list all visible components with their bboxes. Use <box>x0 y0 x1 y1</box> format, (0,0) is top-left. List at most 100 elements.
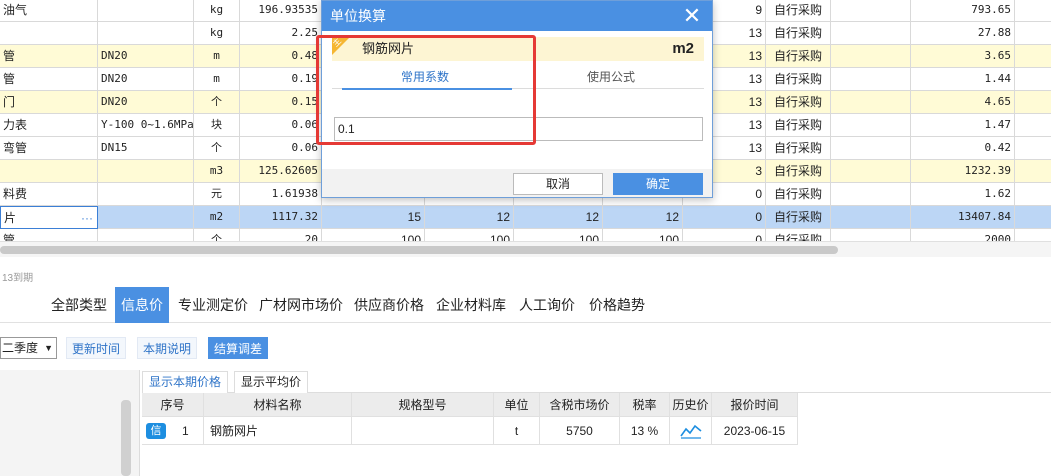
grid-cell[interactable]: 2.25 <box>240 22 322 45</box>
table-cell-index[interactable]: 信 1 <box>142 417 204 445</box>
subtab-current-price[interactable]: 显示本期价格 <box>142 371 229 393</box>
tab-use-formula[interactable]: 使用公式 <box>518 67 704 89</box>
grid-cell[interactable] <box>98 0 194 22</box>
grid-cell[interactable]: 1.44 <box>911 68 1015 91</box>
grid-cell[interactable]: m3 <box>194 160 240 183</box>
grid-cell[interactable]: 2000 <box>911 229 1015 241</box>
grid-cell[interactable]: 自行采购 <box>766 206 831 229</box>
grid-cell[interactable] <box>0 22 98 45</box>
grid-cell[interactable] <box>831 160 911 183</box>
grid-row[interactable]: 片 ··· m2 1117.32 15 12 12 12 0 自行采购 13407.84 <box>0 206 1051 229</box>
grid-cell[interactable]: 0.42 <box>911 137 1015 160</box>
grid-cell[interactable] <box>1015 68 1051 91</box>
grid-cell[interactable]: 100 <box>603 229 683 241</box>
grid-cell[interactable] <box>831 229 911 241</box>
grid-cell[interactable] <box>831 91 911 114</box>
grid-cell[interactable] <box>831 0 911 22</box>
grid-cell[interactable]: m <box>194 45 240 68</box>
grid-cell[interactable]: 196.93535 <box>240 0 322 22</box>
cancel-button[interactable]: 取消 <box>513 173 603 195</box>
grid-cell[interactable]: 自行采购 <box>766 137 831 160</box>
grid-cell[interactable]: 管 <box>0 68 98 91</box>
grid-cell[interactable]: 100 <box>322 229 425 241</box>
grid-cell[interactable] <box>98 183 194 206</box>
grid-cell[interactable]: 门 <box>0 91 98 114</box>
grid-cell[interactable]: kg <box>194 22 240 45</box>
grid-cell[interactable]: 3.65 <box>911 45 1015 68</box>
grid-cell[interactable]: 0.19 <box>240 68 322 91</box>
grid-cell[interactable]: 1232.39 <box>911 160 1015 183</box>
grid-cell[interactable] <box>98 206 194 229</box>
grid-cell[interactable] <box>1015 22 1051 45</box>
grid-cell[interactable] <box>831 183 911 206</box>
tab-supplier-price[interactable]: 供应商价格 <box>348 287 430 323</box>
more-options-icon[interactable]: ··· <box>81 207 93 228</box>
grid-cell[interactable]: 自行采购 <box>766 229 831 241</box>
grid-cell[interactable]: 0 <box>683 206 766 229</box>
grid-cell[interactable]: DN20 <box>98 45 194 68</box>
tab-gcw-market-price[interactable]: 广材网市场价 <box>253 287 349 323</box>
grid-row[interactable]: 管个 20 100 100 100 100 0 自行采购 2000 <box>0 229 1051 241</box>
grid-cell[interactable]: 元 <box>194 183 240 206</box>
grid-cell[interactable]: 1117.32 <box>240 206 322 229</box>
grid-cell[interactable] <box>1015 160 1051 183</box>
grid-cell[interactable] <box>98 22 194 45</box>
grid-cell[interactable]: m2 <box>194 206 240 229</box>
grid-cell[interactable] <box>831 22 911 45</box>
table-cell-unit[interactable]: t <box>494 417 540 445</box>
grid-cell[interactable]: 1.61938 <box>240 183 322 206</box>
scrollbar-thumb[interactable] <box>0 246 838 254</box>
tab-professional-price[interactable]: 专业测定价 <box>172 287 254 323</box>
horizontal-scrollbar[interactable] <box>0 241 1051 257</box>
period-note-button[interactable]: 本期说明 <box>137 337 198 359</box>
grid-cell[interactable] <box>1015 229 1051 241</box>
grid-cell[interactable]: 125.62605 <box>240 160 322 183</box>
grid-cell[interactable]: 27.88 <box>911 22 1015 45</box>
grid-cell[interactable]: 自行采购 <box>766 183 831 206</box>
grid-cell[interactable]: 100 <box>514 229 603 241</box>
dialog-titlebar[interactable]: 单位换算 ✕ <box>322 1 712 31</box>
grid-cell[interactable] <box>0 160 98 183</box>
grid-cell[interactable]: 12 <box>514 206 603 229</box>
grid-cell[interactable] <box>1015 206 1051 229</box>
grid-cell[interactable] <box>98 229 194 241</box>
grid-cell[interactable]: 1.62 <box>911 183 1015 206</box>
table-cell-tax[interactable]: 13 % <box>620 417 670 445</box>
update-time-button[interactable]: 更新时间 <box>66 337 127 359</box>
table-cell-date[interactable]: 2023-06-15 <box>712 417 798 445</box>
grid-cell[interactable] <box>1015 45 1051 68</box>
tab-all-types[interactable]: 全部类型 <box>45 287 113 323</box>
grid-cell[interactable]: 1.47 <box>911 114 1015 137</box>
grid-cell[interactable]: 0.06 <box>240 137 322 160</box>
grid-cell[interactable]: 20 <box>240 229 322 241</box>
grid-cell[interactable]: 4.65 <box>911 91 1015 114</box>
grid-cell[interactable]: 12 <box>603 206 683 229</box>
grid-cell[interactable]: 自行采购 <box>766 91 831 114</box>
grid-cell[interactable] <box>98 160 194 183</box>
grid-cell[interactable] <box>1015 183 1051 206</box>
grid-cell[interactable]: 793.65 <box>911 0 1015 22</box>
close-icon[interactable]: ✕ <box>680 3 704 29</box>
grid-cell[interactable]: 100 <box>425 229 514 241</box>
grid-cell[interactable]: 0.48 <box>240 45 322 68</box>
grid-cell[interactable]: 油气 <box>0 0 98 22</box>
table-cell-spec[interactable] <box>352 417 494 445</box>
vertical-scrollbar[interactable] <box>121 400 131 476</box>
tab-price-trend[interactable]: 价格趋势 <box>583 287 651 323</box>
grid-cell[interactable]: 13407.84 <box>911 206 1015 229</box>
grid-cell[interactable]: 自行采购 <box>766 22 831 45</box>
grid-cell[interactable]: 力表 <box>0 114 98 137</box>
grid-cell[interactable] <box>831 45 911 68</box>
grid-cell[interactable] <box>1015 137 1051 160</box>
tab-info-price[interactable]: 信息价 <box>115 287 169 323</box>
table-cell-name[interactable]: 钢筋网片 <box>204 417 352 445</box>
grid-cell[interactable]: 12 <box>425 206 514 229</box>
subtab-average-price[interactable]: 显示平均价 <box>234 371 309 393</box>
grid-cell[interactable]: 15 <box>322 206 425 229</box>
settlement-adjust-button[interactable]: 结算调差 <box>208 337 269 359</box>
grid-cell[interactable]: 自行采购 <box>766 0 831 22</box>
grid-cell[interactable]: 自行采购 <box>766 160 831 183</box>
grid-cell[interactable]: 个 <box>194 229 240 241</box>
history-price-chart-icon[interactable] <box>670 417 712 445</box>
grid-cell[interactable]: 块 <box>194 114 240 137</box>
